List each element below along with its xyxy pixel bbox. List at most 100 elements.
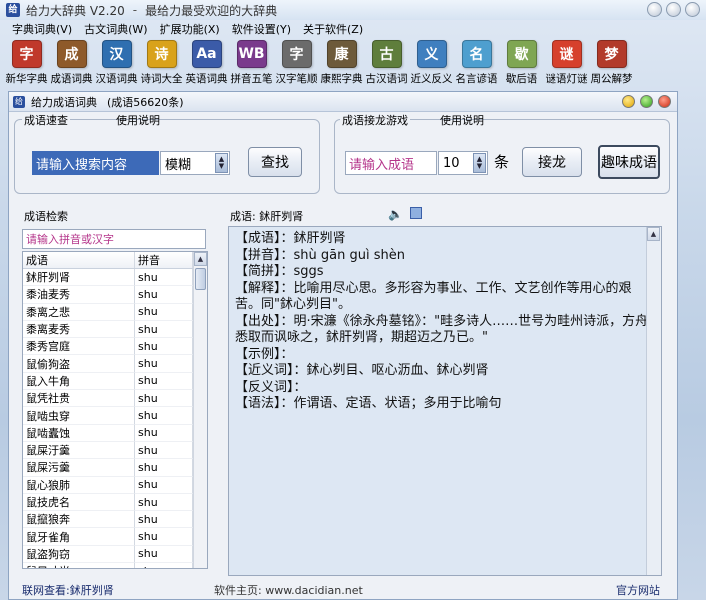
speaker-icon[interactable]: 🔈 — [388, 207, 403, 221]
scroll-up-icon[interactable]: ▲ — [194, 252, 207, 266]
list-item[interactable]: 鼠心狼肺 shu — [23, 476, 193, 494]
toolbar-icon-9: 义 — [416, 40, 447, 68]
fun-idioms-button[interactable]: 趣味成语 — [598, 145, 660, 179]
list-item-idiom: 鼠啮虫穿 — [23, 407, 135, 425]
detail-line: 【成语】：鉥肝刿肾 — [235, 231, 346, 246]
toolbar-icon-12: 谜 — [551, 40, 582, 68]
list-item-idiom: 鉥肝刿肾 — [23, 269, 135, 287]
toolbar-item-6[interactable]: 字汉字笔顺 — [274, 38, 319, 86]
copy-icon[interactable] — [410, 207, 422, 219]
list-item[interactable]: 鼠屎汙羹 shu — [23, 441, 193, 460]
toolbar-icon-6: 字 — [281, 40, 312, 68]
detail-line: 【解释】：比喻用尽心思。多形容为事业、工作、文艺创作等用心的艰苦。同"鉥心刿目"… — [235, 280, 632, 313]
list-item[interactable]: 鼠目寸光shu — [23, 563, 193, 568]
chain-idiom-input[interactable]: 请输入成语 — [345, 151, 437, 175]
toolbar-item-9[interactable]: 义近义反义 — [409, 38, 454, 86]
list-item[interactable]: 黍秀宫庭 shu — [23, 338, 193, 356]
list-item[interactable]: 黍离之悲 shu — [23, 303, 193, 321]
chain-button[interactable]: 接龙 — [522, 147, 582, 177]
list-item[interactable]: 鼠偷狗盗 shu — [23, 355, 193, 373]
list-scrollbar[interactable]: ▲ — [193, 252, 207, 568]
detail-scrollbar[interactable]: ▲ — [646, 227, 661, 575]
toolbar-item-3[interactable]: 诗诗词大全 — [139, 38, 184, 86]
detail-line: 【出处】：明·宋濂《徐永舟墓铭》："畦多诗人……世号为畦州诗派，方舟悉取而讽咏之… — [235, 313, 649, 346]
toolbar-item-5[interactable]: WB 拼音五笔 — [229, 38, 274, 86]
toolbar-item-2[interactable]: 汉汉语词典 — [94, 38, 139, 86]
detail-line: 【近义词】：鉥心刿目、呕心沥血、鉥心刿肾 — [235, 363, 489, 378]
close-button[interactable] — [685, 2, 700, 17]
toolbar-item-1[interactable]: 成成语词典 — [49, 38, 94, 86]
toolbar-item-11[interactable]: 歇歇后语 — [499, 38, 544, 86]
toolbar-item-4[interactable]: Aa 英语词典 — [184, 38, 229, 86]
window-title: 给力大辞典 V2.20 — [26, 3, 125, 18]
maximize-button[interactable] — [666, 2, 681, 17]
list-item-pinyin: shu — [135, 269, 193, 287]
inner-maximize-button[interactable] — [640, 95, 653, 108]
list-item-pinyin: shu — [135, 390, 193, 408]
online-lookup-link[interactable]: 联网查看:鉥肝刿肾 — [22, 582, 114, 598]
official-site-link[interactable]: 官方网站 — [616, 582, 660, 598]
match-mode-value: 模糊 — [165, 157, 192, 173]
list-item[interactable]: 鉥肝刿肾 shu — [23, 269, 193, 287]
list-item[interactable]: 鼠啮蠹蚀 shu — [23, 424, 193, 442]
list-item-idiom: 黍离之悲 — [23, 303, 135, 321]
list-item-pinyin: shu — [135, 511, 193, 529]
detail-scroll-up-icon[interactable]: ▲ — [647, 227, 660, 241]
list-item-pinyin: shu — [135, 528, 193, 546]
inner-close-button[interactable] — [658, 95, 671, 108]
list-item-pinyin: shu — [135, 286, 193, 304]
toolbar-item-0[interactable]: 字新华字典 — [4, 38, 49, 86]
list-item-pinyin: shu — [135, 303, 193, 321]
list-item[interactable]: 鼠牙雀角 shu — [23, 528, 193, 546]
toolbar-icon-2: 汉 — [101, 40, 132, 68]
inner-minimize-button[interactable] — [622, 95, 635, 108]
list-item[interactable]: 黍油麦秀 shu — [23, 286, 193, 304]
list-item[interactable]: 鼠入牛角 shu — [23, 372, 193, 391]
list-item[interactable]: 鼠技虎名 shu — [23, 493, 193, 512]
list-item[interactable]: 黍离麦秀 shu — [23, 320, 193, 339]
column-pinyin[interactable]: 拼音 — [135, 252, 193, 268]
search-input[interactable]: 请输入搜索内容 — [32, 151, 159, 175]
menu-classical[interactable]: 古文词典(W) — [84, 21, 147, 37]
list-filter-input[interactable]: 请输入拼音或汉字 — [22, 229, 206, 249]
title-bar: 给 给力大辞典 V2.20 - 最给力最受欢迎的大辞典 — [0, 0, 706, 20]
list-item-pinyin: shu — [135, 441, 193, 460]
chain-count-select[interactable]: 10 ▲ ▼ — [438, 151, 488, 175]
toolbar-item-7[interactable]: 康康熙字典 — [319, 38, 364, 86]
search-group-label: 成语速查 — [22, 112, 70, 128]
toolbar-icon-8: 古 — [371, 40, 402, 68]
content-heading: 成语: 鉥肝刿肾 — [230, 210, 304, 223]
list-item-idiom: 黍秀宫庭 — [23, 338, 135, 356]
toolbar-item-12[interactable]: 谜谜语灯谜 — [544, 38, 589, 86]
scroll-thumb[interactable] — [195, 268, 206, 290]
list-item-idiom: 黍油麦秀 — [23, 286, 135, 304]
toolbar-label-6: 汉字笔顺 — [275, 73, 318, 85]
list-item[interactable]: 鼠盗狗窃 shu — [23, 545, 193, 564]
search-help-link[interactable]: 使用说明 — [116, 112, 160, 128]
find-button[interactable]: 查找 — [248, 147, 302, 177]
menu-extensions[interactable]: 扩展功能(X) — [160, 21, 220, 37]
menu-bar: 字典词典(V) 古文词典(W) 扩展功能(X) 软件设置(Y) 关于软件(Z) — [0, 20, 706, 38]
match-mode-select[interactable]: 模糊 ▲ ▼ — [160, 151, 230, 175]
toolbar-item-13[interactable]: 梦周公解梦 — [589, 38, 634, 86]
toolbar-item-10[interactable]: 名名言谚语 — [454, 38, 499, 86]
list-item-idiom: 黍离麦秀 — [23, 320, 135, 339]
list-item[interactable]: 鼠攛狼奔 shu — [23, 511, 193, 529]
list-item-idiom: 鼠屎污羹 — [23, 459, 135, 477]
list-item[interactable]: 鼠凭社贵 shu — [23, 390, 193, 408]
list-item[interactable]: 鼠屎污羹 shu — [23, 459, 193, 477]
select-arrow-icon[interactable]: ▲ ▼ — [215, 153, 228, 173]
list-item-pinyin: shu — [135, 476, 193, 494]
list-item-pinyin: shu — [135, 338, 193, 356]
minimize-button[interactable] — [647, 2, 662, 17]
list-rows: 鉥肝刿肾 shu 黍油麦秀 shu 黍离之悲 shu 黍离麦秀 shu 黍秀宫庭 shu 鼠偷狗盗 s… — [23, 269, 193, 568]
menu-dictionary[interactable]: 字典词典(V) — [12, 21, 72, 37]
list-item[interactable]: 鼠啮虫穿 shu — [23, 407, 193, 425]
menu-about[interactable]: 关于软件(Z) — [303, 21, 363, 37]
menu-settings[interactable]: 软件设置(Y) — [232, 21, 291, 37]
chain-help-link[interactable]: 使用说明 — [440, 112, 484, 128]
column-idiom[interactable]: 成语 — [23, 252, 135, 268]
count-arrow-icon[interactable]: ▲ ▼ — [473, 153, 486, 173]
toolbar-item-8[interactable]: 古古汉语词 — [364, 38, 409, 86]
inner-logo-icon: 给 — [13, 95, 25, 108]
